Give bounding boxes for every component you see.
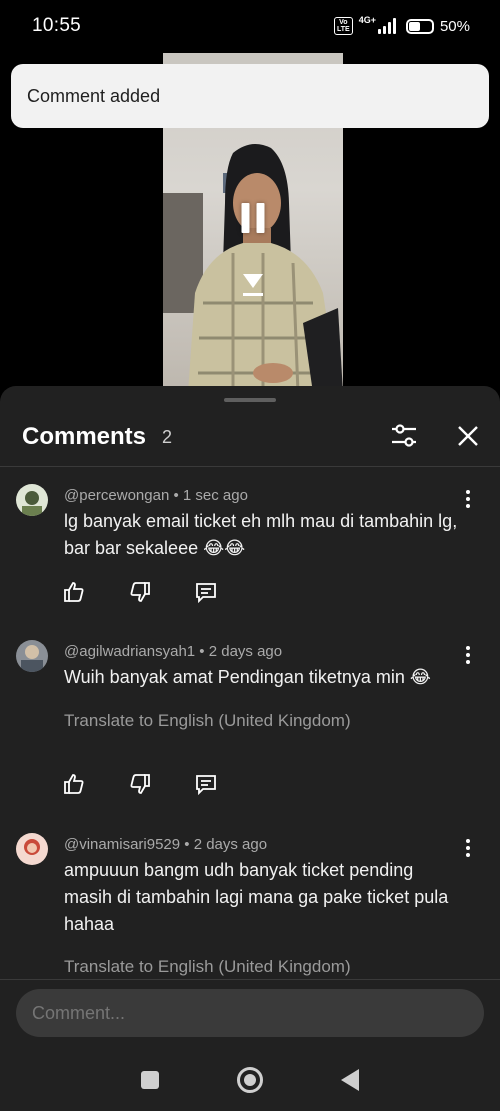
filter-icon[interactable]	[388, 420, 420, 452]
dislike-icon[interactable]	[128, 580, 152, 604]
battery-icon	[405, 18, 434, 34]
comment-text: lg banyak email ticket eh mlh mau di tam…	[64, 511, 458, 558]
like-icon[interactable]	[62, 580, 86, 604]
network-type: 4G+	[358, 15, 376, 25]
comment-text: Wuih banyak amat Pendingan tiketnya min …	[64, 667, 431, 687]
comment-meta[interactable]: @percewongan • 1 sec ago	[64, 487, 248, 504]
status-icons: Vo LTE 4G+ 50%	[334, 15, 470, 35]
comments-panel: Comments 2 @percewongan • 1 sec ago lg b…	[0, 386, 500, 1111]
download-icon[interactable]	[240, 272, 266, 298]
comment-actions	[62, 580, 218, 604]
comment-input[interactable]	[16, 989, 484, 1037]
reply-icon[interactable]	[194, 772, 218, 796]
comments-header: Comments 2	[0, 408, 500, 466]
translate-link[interactable]: Translate to English (United Kingdom)	[64, 957, 351, 977]
drag-handle[interactable]	[224, 398, 276, 402]
avatar[interactable]	[16, 833, 48, 865]
toast-notification: Comment added	[11, 64, 489, 128]
comment-meta[interactable]: @agilwadriansyah1 • 2 days ago	[64, 643, 282, 660]
status-time: 10:55	[32, 15, 82, 36]
more-options-icon[interactable]	[456, 643, 480, 667]
comment-actions	[62, 772, 218, 796]
avatar[interactable]	[16, 484, 48, 516]
more-options-icon[interactable]	[456, 487, 480, 511]
home-button[interactable]	[237, 1066, 263, 1093]
input-divider	[0, 979, 500, 980]
close-icon[interactable]	[452, 420, 484, 452]
comments-count: 2	[162, 426, 173, 447]
dislike-icon[interactable]	[128, 772, 152, 796]
volte-icon: Vo LTE	[334, 17, 353, 35]
system-nav-bar	[0, 1048, 500, 1111]
comments-title: Comments	[22, 423, 147, 450]
header-divider	[0, 466, 500, 467]
toast-message: Comment added	[27, 85, 161, 106]
reply-icon[interactable]	[194, 580, 218, 604]
pause-icon[interactable]	[241, 203, 265, 233]
back-button[interactable]	[341, 1068, 359, 1091]
battery-percent: 50%	[439, 17, 470, 35]
more-options-icon[interactable]	[456, 836, 480, 860]
comment-meta[interactable]: @vinamisari9529 • 2 days ago	[64, 836, 267, 853]
status-bar: 10:55 Vo LTE 4G+ 50%	[0, 0, 500, 52]
translate-link[interactable]: Translate to English (United Kingdom)	[64, 711, 351, 731]
signal-icon	[377, 18, 396, 34]
like-icon[interactable]	[62, 772, 86, 796]
recents-button[interactable]	[141, 1070, 159, 1089]
avatar[interactable]	[16, 640, 48, 672]
comment-text: ampuuun bangm udh banyak ticket pending …	[64, 860, 449, 934]
